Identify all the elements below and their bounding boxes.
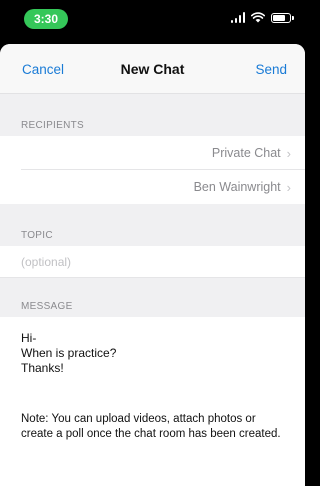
wifi-icon: [251, 12, 265, 23]
topic-header: TOPIC: [0, 204, 305, 246]
recipient-row-person[interactable]: Ben Wainwright ›: [0, 170, 305, 204]
message-line: Hi-: [21, 331, 37, 345]
new-chat-sheet: Cancel New Chat Send RECIPIENTS Private …: [0, 44, 305, 486]
chevron-right-icon: ›: [286, 179, 291, 195]
chevron-right-icon: ›: [286, 145, 291, 161]
status-time: 3:30: [24, 9, 68, 29]
status-bar: 3:30: [0, 0, 305, 36]
status-icons: [230, 12, 294, 23]
upload-note: Note: You can upload videos, attach phot…: [21, 413, 281, 440]
recipient-name: Ben Wainwright: [193, 180, 281, 194]
message-line: Thanks!: [21, 361, 64, 375]
battery-icon: [271, 12, 294, 23]
recipient-row-chat-type[interactable]: Private Chat ›: [0, 136, 305, 170]
message-input[interactable]: Hi- When is practice? Thanks!: [0, 317, 305, 376]
signal-icon: [230, 12, 245, 23]
recipients-header: RECIPIENTS: [0, 94, 305, 136]
topic-input[interactable]: (optional): [0, 246, 305, 278]
message-header: MESSAGE: [0, 278, 305, 317]
send-button[interactable]: Send: [255, 62, 287, 77]
nav-bar: Cancel New Chat Send: [0, 44, 305, 94]
message-line: When is practice?: [21, 346, 117, 360]
chat-type-value: Private Chat: [211, 146, 281, 160]
